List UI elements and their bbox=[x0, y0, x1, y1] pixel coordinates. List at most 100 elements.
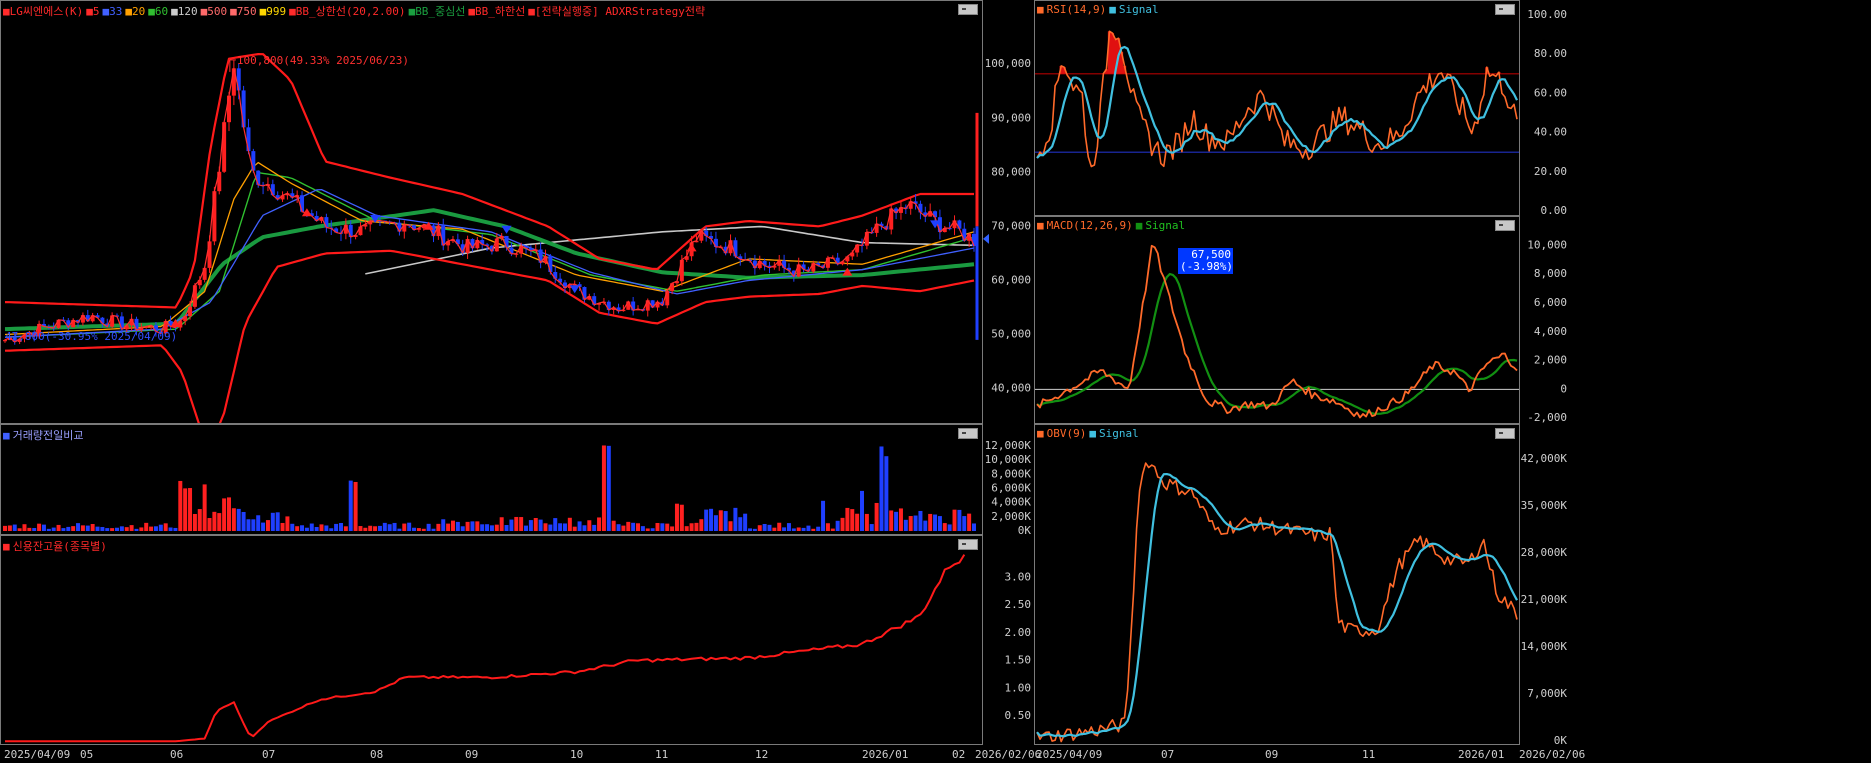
credit-tick-label: 1.00 bbox=[1005, 681, 1032, 694]
x-tick-label-right: 09 bbox=[1265, 748, 1278, 761]
volume-bar bbox=[889, 510, 894, 531]
volume-bar bbox=[61, 528, 66, 531]
rsi-legend-label: RSI(14,9) bbox=[1046, 3, 1107, 16]
volume-tick-label: 10,000K bbox=[985, 453, 1032, 466]
volume-bar bbox=[835, 520, 840, 531]
x-tick-label-right: 11 bbox=[1362, 748, 1375, 761]
panel-control-button[interactable] bbox=[958, 4, 978, 15]
volume-bar bbox=[962, 516, 967, 531]
legend-item: 20 bbox=[131, 5, 146, 18]
current-price-pointer bbox=[983, 233, 989, 244]
panel-control-button[interactable] bbox=[1495, 220, 1515, 231]
candle-body bbox=[324, 217, 329, 228]
volume-bar bbox=[952, 509, 957, 531]
volume-bar bbox=[226, 497, 231, 531]
volume-bar bbox=[942, 523, 947, 531]
volume-bar bbox=[947, 524, 952, 531]
volume-bar bbox=[733, 507, 738, 531]
volume-bar bbox=[460, 526, 465, 531]
volume-panel[interactable]: ■ 거래량전일비교 bbox=[0, 424, 983, 535]
volume-bar bbox=[66, 526, 71, 531]
credit-balance-line bbox=[4, 554, 966, 743]
candle-body bbox=[212, 191, 217, 242]
legend-item: 999 bbox=[266, 5, 287, 18]
volume-bar bbox=[796, 527, 801, 531]
volume-bar bbox=[402, 523, 407, 531]
panel-control-button[interactable] bbox=[1495, 428, 1515, 439]
volume-bar bbox=[231, 508, 236, 531]
volume-bar bbox=[246, 519, 251, 531]
volume-bar bbox=[918, 510, 923, 531]
volume-bar bbox=[236, 508, 241, 531]
volume-bar bbox=[494, 524, 499, 531]
volume-bar bbox=[840, 517, 845, 531]
volume-bar bbox=[860, 490, 865, 531]
volume-bar bbox=[533, 517, 538, 531]
x-tick-label: 2026/01 bbox=[862, 748, 908, 761]
volume-bar bbox=[830, 528, 835, 531]
candle-body bbox=[864, 232, 869, 246]
volume-bar bbox=[543, 523, 548, 531]
volume-bar bbox=[499, 517, 504, 531]
volume-bar bbox=[475, 521, 480, 531]
panel-control-button[interactable] bbox=[1495, 4, 1515, 15]
x-tick-label: 08 bbox=[370, 748, 383, 761]
volume-bar bbox=[202, 484, 207, 531]
volume-bar bbox=[640, 526, 645, 531]
volume-bar bbox=[149, 526, 154, 531]
volume-bar bbox=[480, 524, 485, 531]
volume-bar bbox=[801, 527, 806, 531]
x-tick-label: 06 bbox=[170, 748, 183, 761]
credit-plot bbox=[4, 554, 966, 743]
volume-bar bbox=[689, 523, 694, 531]
price-chart-panel[interactable]: ■LG씨엔에스(K) ■5 ■33 ■20 ■60 ■120 ■500 ■750 ■999 ■BB… bbox=[0, 0, 983, 424]
volume-bar bbox=[548, 524, 553, 531]
rsi-tick-label: 80.00 bbox=[1534, 47, 1567, 60]
panel-control-button[interactable] bbox=[958, 428, 978, 439]
macd-signal-label: Signal bbox=[1145, 219, 1186, 232]
volume-bar bbox=[71, 526, 76, 531]
credit-tick-label: 1.50 bbox=[1005, 654, 1032, 667]
x-tick-label-right: 2026/02/06 bbox=[1519, 748, 1585, 761]
volume-bar bbox=[373, 526, 378, 531]
volume-bar bbox=[431, 528, 436, 531]
volume-bar bbox=[168, 527, 173, 531]
candle-body bbox=[256, 170, 261, 185]
volume-bar bbox=[933, 514, 938, 531]
volume-bar bbox=[22, 524, 27, 531]
volume-tick-label: 6,000K bbox=[991, 482, 1031, 495]
volume-tick-label: 4,000K bbox=[991, 496, 1031, 509]
x-tick-label: 2025/04/09 bbox=[4, 748, 70, 761]
obv-tick-label: 35,000K bbox=[1521, 499, 1568, 512]
volume-bar bbox=[704, 509, 709, 531]
volume-bar bbox=[767, 524, 772, 531]
obv-panel[interactable]: ■ OBV(9) ■ Signal bbox=[1034, 424, 1520, 745]
volume-bar bbox=[748, 528, 753, 531]
legend-item: 120 bbox=[177, 5, 198, 18]
x-tick-label: 10 bbox=[570, 748, 583, 761]
panel-control-button[interactable] bbox=[958, 539, 978, 550]
volume-bar bbox=[348, 480, 353, 531]
volume-bar bbox=[845, 507, 850, 531]
macd-panel[interactable]: ■ MACD(12,26,9) ■ Signal bbox=[1034, 216, 1520, 424]
x-tick-label-right: 07 bbox=[1161, 748, 1174, 761]
volume-bar bbox=[295, 526, 300, 531]
candle-body bbox=[937, 217, 942, 233]
volume-bar bbox=[621, 525, 626, 531]
rsi-panel[interactable]: ■ RSI(14,9) ■ Signal bbox=[1034, 0, 1520, 216]
volume-bar bbox=[777, 522, 782, 531]
volume-bar bbox=[884, 456, 889, 531]
x-tick-label-right: 2026/01 bbox=[1458, 748, 1504, 761]
legend-item: LG씨엔에스(K) bbox=[9, 5, 84, 18]
volume-bar bbox=[314, 527, 319, 531]
volume-bar bbox=[368, 525, 373, 531]
candle-body bbox=[119, 316, 124, 330]
volume-bar bbox=[441, 519, 446, 531]
credit-balance-panel[interactable]: ■ 신용잔고율(종목별) bbox=[0, 535, 983, 745]
macd-line bbox=[1036, 244, 1518, 419]
volume-y-axis: 0K2,000K4,000K6,000K 8,000K10,000K12,000K bbox=[985, 439, 1032, 535]
volume-bar bbox=[655, 523, 660, 531]
price-tick-label: 80,000 bbox=[991, 165, 1031, 178]
volume-bar bbox=[41, 524, 46, 531]
volume-bar bbox=[782, 527, 787, 531]
